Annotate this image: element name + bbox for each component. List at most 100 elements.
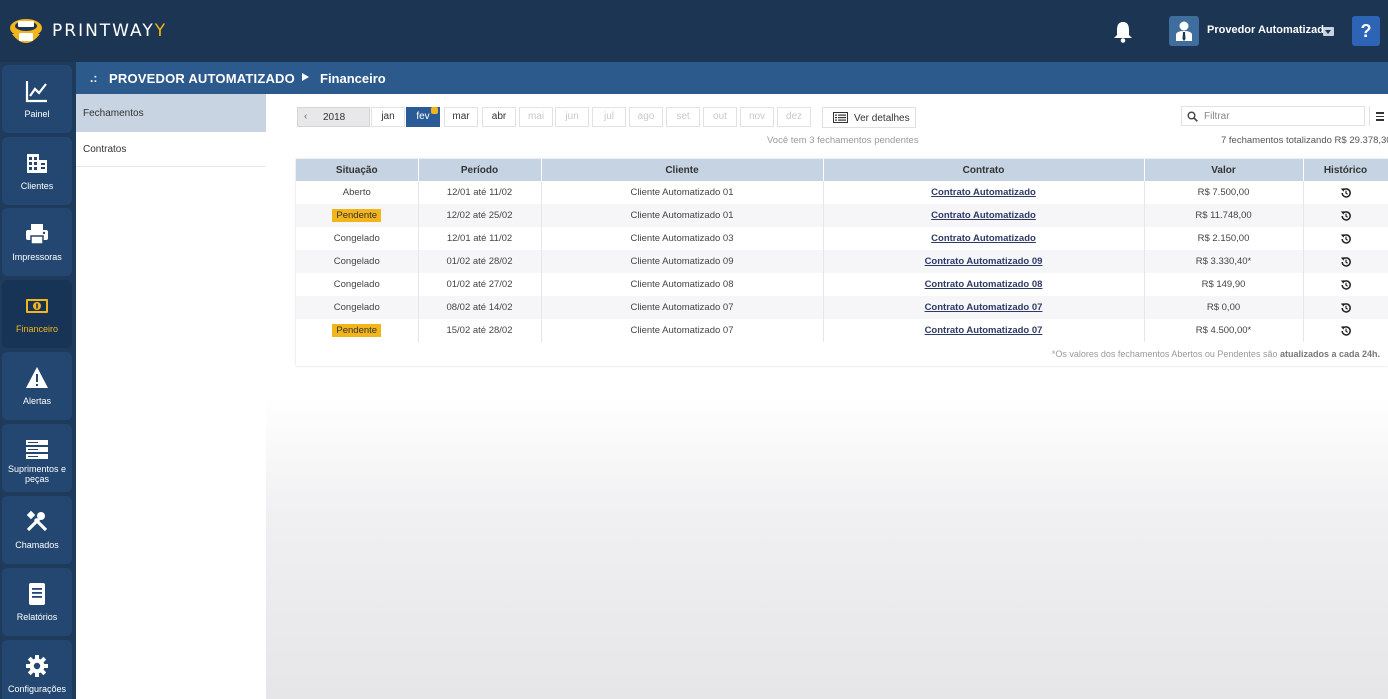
breadcrumb-separator-icon xyxy=(302,73,309,81)
column-header-contrato[interactable]: Contrato xyxy=(823,159,1145,181)
nav-item-clientes[interactable]: Clientes xyxy=(2,137,72,205)
nav-item-impressoras[interactable]: Impressoras xyxy=(2,208,72,276)
month-jan[interactable]: jan xyxy=(371,107,405,127)
cell-historico xyxy=(1303,250,1388,273)
bell-icon[interactable] xyxy=(1113,21,1133,43)
cell-valor: R$ 4.500,00* xyxy=(1144,319,1304,342)
subnav-item-contratos[interactable]: Contratos xyxy=(83,144,126,155)
logo-text: PRINTWAYY xyxy=(52,21,168,41)
cell-historico xyxy=(1303,227,1388,250)
user-menu-chevron-icon[interactable] xyxy=(1323,27,1334,36)
app-logo[interactable]: PRINTWAYY xyxy=(6,12,167,50)
cell-valor: R$ 149,90 xyxy=(1144,273,1304,296)
footnote-text: *Os valores dos fechamentos Abertos ou P… xyxy=(1051,349,1280,359)
history-icon[interactable] xyxy=(1340,325,1352,337)
column-header-valor[interactable]: Valor xyxy=(1144,159,1304,181)
year-label: 2018 xyxy=(323,112,346,123)
month-label: fev xyxy=(416,111,430,122)
nav-item-financeiro[interactable]: Financeiro xyxy=(2,280,72,348)
nav-item-painel[interactable]: Painel xyxy=(2,65,72,133)
nav-item-suprimentos[interactable]: Suprimentos e peças xyxy=(2,424,72,492)
table-row[interactable]: Aberto 12/01 até 11/02 Cliente Automatizad… xyxy=(296,181,1388,204)
column-header-situacao[interactable]: Situação xyxy=(296,159,419,181)
user-name[interactable]: Provedor Automatizado xyxy=(1207,24,1331,36)
printer-icon xyxy=(26,224,48,245)
search-icon xyxy=(1187,111,1198,122)
subnav-item-fechamentos[interactable]: Fechamentos xyxy=(83,108,144,119)
building-icon xyxy=(27,154,47,173)
table-row[interactable]: Pendente 12/02 até 25/02 Cliente Automatiz… xyxy=(296,204,1388,227)
hamburger-icon-line xyxy=(1376,115,1384,117)
contract-link[interactable]: Contrato Automatizado xyxy=(823,181,1145,204)
status-badge: Pendente xyxy=(332,209,382,222)
history-icon[interactable] xyxy=(1340,279,1352,291)
cell-situacao: Congelado xyxy=(296,227,419,250)
status-badge: Pendente xyxy=(332,324,382,337)
month-out: out xyxy=(703,107,737,127)
main-navigation: Painel Clientes Impressoras Financeiro A… xyxy=(0,62,76,699)
user-icon xyxy=(1176,21,1192,41)
cell-valor: R$ 11.748,00 xyxy=(1144,204,1304,227)
history-icon[interactable] xyxy=(1340,210,1352,222)
table-row[interactable]: Congelado 01/02 até 28/02 Cliente Automati… xyxy=(296,250,1388,273)
contract-link[interactable]: Contrato Automatizado 09 xyxy=(823,250,1145,273)
user-avatar[interactable] xyxy=(1169,16,1199,46)
filter-field[interactable] xyxy=(1181,106,1365,126)
nav-item-alertas[interactable]: Alertas xyxy=(2,352,72,420)
nav-label: Impressoras xyxy=(12,252,62,262)
nav-label: Clientes xyxy=(20,181,54,191)
year-selector[interactable]: ‹ 2018 xyxy=(297,107,370,127)
cell-cliente: Cliente Automatizado 07 xyxy=(541,319,824,342)
report-icon xyxy=(29,583,45,605)
chart-icon xyxy=(25,81,47,103)
footnote-bold: atualizados a cada 24h. xyxy=(1279,349,1380,359)
nav-label: Chamados xyxy=(15,540,59,550)
contract-link[interactable]: Contrato Automatizado xyxy=(823,227,1145,250)
column-header-historico[interactable]: Histórico xyxy=(1303,159,1388,181)
cell-periodo: 12/01 até 11/02 xyxy=(418,227,542,250)
nav-item-chamados[interactable]: Chamados xyxy=(2,496,72,564)
nav-label: Suprimentos e peças xyxy=(7,464,67,484)
cell-situacao: Congelado xyxy=(296,273,419,296)
month-dez: dez xyxy=(777,107,811,127)
cell-cliente: Cliente Automatizado 09 xyxy=(541,250,824,273)
cell-cliente: Cliente Automatizado 03 xyxy=(541,227,824,250)
contract-link[interactable]: Contrato Automatizado 08 xyxy=(823,273,1145,296)
history-icon[interactable] xyxy=(1340,256,1352,268)
nav-item-configuracoes[interactable]: Configurações xyxy=(2,640,72,699)
chevron-left-icon[interactable]: ‹ xyxy=(304,111,307,122)
breadcrumb-provider[interactable]: PROVEDOR AUTOMATIZADO xyxy=(109,71,295,86)
table-row[interactable]: Pendente 15/02 até 28/02 Cliente Automatiz… xyxy=(296,319,1388,342)
list-icon xyxy=(833,112,848,123)
nav-item-relatorios[interactable]: Relatórios xyxy=(2,568,72,636)
history-icon[interactable] xyxy=(1340,233,1352,245)
history-icon[interactable] xyxy=(1340,187,1352,199)
nav-label: Alertas xyxy=(22,396,51,406)
contract-link[interactable]: Contrato Automatizado 07 xyxy=(823,319,1145,342)
breadcrumb-prefix: .: xyxy=(90,71,98,85)
table-row[interactable]: Congelado 01/02 até 27/02 Cliente Automati… xyxy=(296,273,1388,296)
contract-link[interactable]: Contrato Automatizado 07 xyxy=(823,296,1145,319)
view-details-button[interactable]: Ver detalhes xyxy=(822,107,916,128)
cell-valor: R$ 2.150,00 xyxy=(1144,227,1304,250)
table-row[interactable]: Congelado 08/02 até 14/02 Cliente Automati… xyxy=(296,296,1388,319)
month-fev[interactable]: fev xyxy=(406,107,440,127)
cell-cliente: Cliente Automatizado 08 xyxy=(541,273,824,296)
filter-input[interactable] xyxy=(1204,109,1359,124)
status-text: Congelado xyxy=(333,233,380,244)
nav-label: Financeiro xyxy=(15,324,59,334)
gear-icon xyxy=(26,655,48,677)
help-button[interactable]: ? xyxy=(1352,16,1380,46)
cell-valor: R$ 0,00 xyxy=(1144,296,1304,319)
values-footnote: *Os valores dos fechamentos Abertos ou P… xyxy=(1052,349,1380,359)
column-header-periodo[interactable]: Período xyxy=(418,159,542,181)
cell-periodo: 01/02 até 28/02 xyxy=(418,250,542,273)
table-row[interactable]: Congelado 12/01 até 11/02 Cliente Automati… xyxy=(296,227,1388,250)
month-mar[interactable]: mar xyxy=(444,107,478,127)
menu-button[interactable] xyxy=(1369,106,1388,126)
month-abr[interactable]: abr xyxy=(482,107,516,127)
contract-link[interactable]: Contrato Automatizado xyxy=(823,204,1145,227)
column-header-cliente[interactable]: Cliente xyxy=(541,159,824,181)
history-icon[interactable] xyxy=(1340,302,1352,314)
breadcrumb: .: PROVEDOR AUTOMATIZADO Financeiro xyxy=(76,62,1388,94)
